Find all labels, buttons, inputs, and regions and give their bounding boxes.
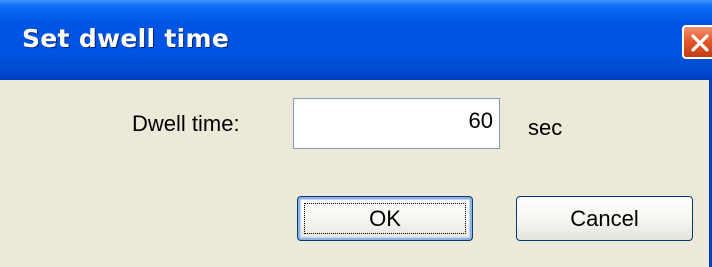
cancel-button[interactable]: Cancel (516, 196, 693, 241)
set-dwell-time-dialog: Set dwell time Dwell time: 60 sec OK Can… (0, 0, 712, 267)
dwell-time-label: Dwell time: (132, 111, 240, 136)
cancel-button-label: Cancel (570, 205, 639, 231)
ok-button[interactable]: OK (297, 196, 473, 241)
focus-rectangle (304, 203, 466, 234)
close-icon (691, 34, 709, 52)
title-bar[interactable]: Set dwell time (0, 0, 712, 80)
dwell-time-input[interactable]: 60 (293, 98, 500, 149)
close-button[interactable] (682, 25, 712, 59)
dialog-title: Set dwell time (22, 24, 230, 53)
unit-label: sec (528, 115, 563, 140)
